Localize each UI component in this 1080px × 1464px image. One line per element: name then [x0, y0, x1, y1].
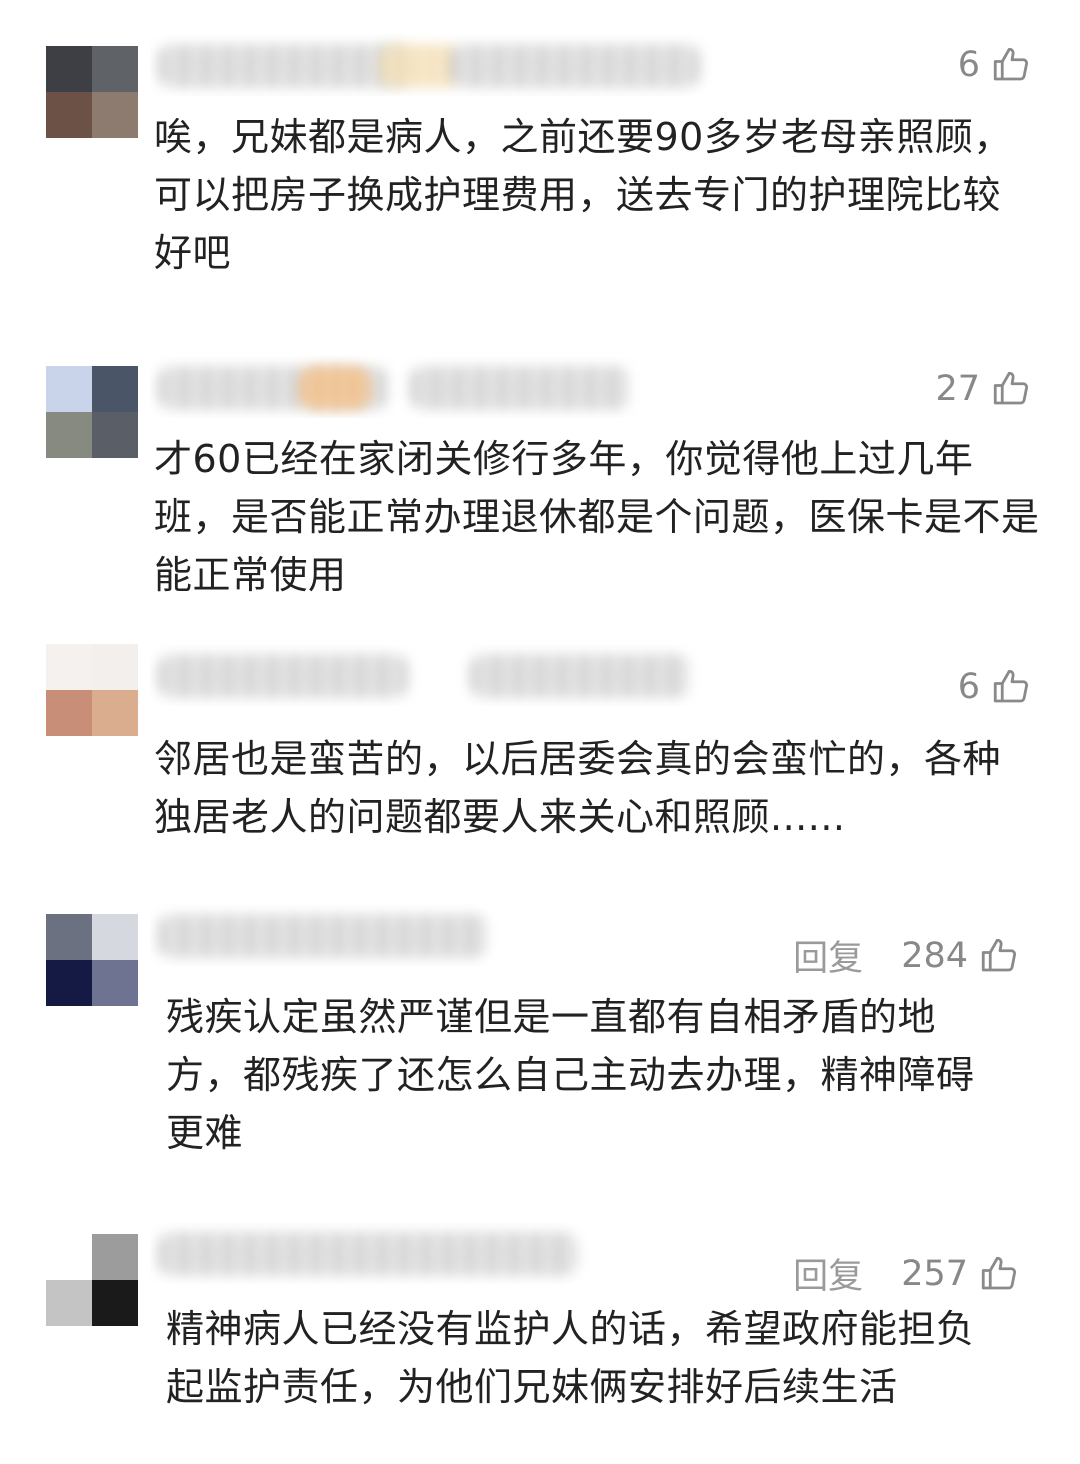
comment-text: 邻居也是蛮苦的，以后居委会真的会蛮忙的，各种独居老人的问题都要人来关心和照顾..…: [154, 737, 1002, 839]
avatar[interactable]: [46, 366, 138, 458]
avatar-tile: [46, 644, 92, 690]
avatar-tile: [46, 690, 92, 736]
comment-meta: 6: [958, 666, 1032, 708]
avatar-tile: [46, 46, 92, 92]
like-count: 6: [957, 667, 980, 707]
thumbs-up-icon[interactable]: [978, 935, 1020, 977]
comment-meta: 27: [935, 368, 1032, 410]
reply-button[interactable]: 回复: [793, 930, 863, 981]
comment-2: 27 才60已经在家闭关修行多年，你觉得他上过几年班，是否能正常办理退休都是个问…: [0, 352, 1080, 612]
comment-text: 残疾认定虽然严谨但是一直都有自相矛盾的地方，都残疾了还怎么自己主动去办理，精神障…: [166, 995, 975, 1155]
avatar-tile: [46, 914, 92, 960]
avatar-tile: [46, 1234, 92, 1280]
avatar-tile: [92, 366, 138, 412]
like-count: 284: [901, 935, 968, 976]
comment-text: 唉，兄妹都是病人，之前还要90多岁老母亲照顾，可以把房子换成护理费用，送去专门的…: [154, 115, 1012, 275]
username-blurred[interactable]: [150, 644, 700, 706]
avatar-tile: [92, 1234, 138, 1280]
username-blurred[interactable]: [150, 904, 500, 966]
avatar[interactable]: [46, 1234, 138, 1326]
avatar-tile: [46, 92, 92, 138]
username-blurred[interactable]: [150, 356, 640, 418]
avatar-tile: [92, 644, 138, 690]
like-count: 27: [935, 369, 980, 409]
avatar-tile: [46, 1280, 92, 1326]
username-blurred[interactable]: [150, 34, 720, 96]
avatar-tile: [92, 92, 138, 138]
comment-text: 才60已经在家闭关修行多年，你觉得他上过几年班，是否能正常办理退休都是个问题，医…: [154, 437, 1040, 597]
avatar-tile: [92, 690, 138, 736]
avatar-tile: [46, 412, 92, 458]
avatar-tile: [46, 366, 92, 412]
avatar[interactable]: [46, 914, 138, 1006]
thumbs-up-icon[interactable]: [978, 1253, 1020, 1295]
comment-1: 6 唉，兄妹都是病人，之前还要90多岁老母亲照顾，可以把房子换成护理费用，送去专…: [0, 30, 1080, 300]
comment-4: 回复 284 残疾认定虽然严谨但是一直都有自相矛盾的地方，都残疾了还怎么自己主动…: [0, 900, 1080, 1170]
comment-5: 回复 257 精神病人已经没有监护人的话，希望政府能担负起监护责任，为他们兄妹俩…: [0, 1218, 1080, 1458]
comment-3: 6 邻居也是蛮苦的，以后居委会真的会蛮忙的，各种独居老人的问题都要人来关心和照顾…: [0, 640, 1080, 850]
comment-meta: 回复 284: [793, 930, 1020, 981]
thumbs-up-icon[interactable]: [990, 368, 1032, 410]
avatar-tile: [92, 960, 138, 1006]
avatar-tile: [92, 1280, 138, 1326]
comment-text: 精神病人已经没有监护人的话，希望政府能担负起监护责任，为他们兄妹俩安排好后续生活: [166, 1307, 975, 1409]
like-count: 6: [957, 45, 980, 85]
username-blurred[interactable]: [150, 1222, 590, 1284]
comment-meta: 回复 257: [793, 1248, 1020, 1299]
avatar-tile: [92, 46, 138, 92]
thumbs-up-icon[interactable]: [990, 44, 1032, 86]
comment-meta: 6: [958, 44, 1032, 86]
avatar-tile: [46, 960, 92, 1006]
avatar-tile: [92, 914, 138, 960]
avatar[interactable]: [46, 644, 138, 736]
avatar[interactable]: [46, 46, 138, 138]
avatar-tile: [92, 412, 138, 458]
reply-button[interactable]: 回复: [793, 1248, 863, 1299]
thumbs-up-icon[interactable]: [990, 666, 1032, 708]
like-count: 257: [901, 1253, 968, 1294]
